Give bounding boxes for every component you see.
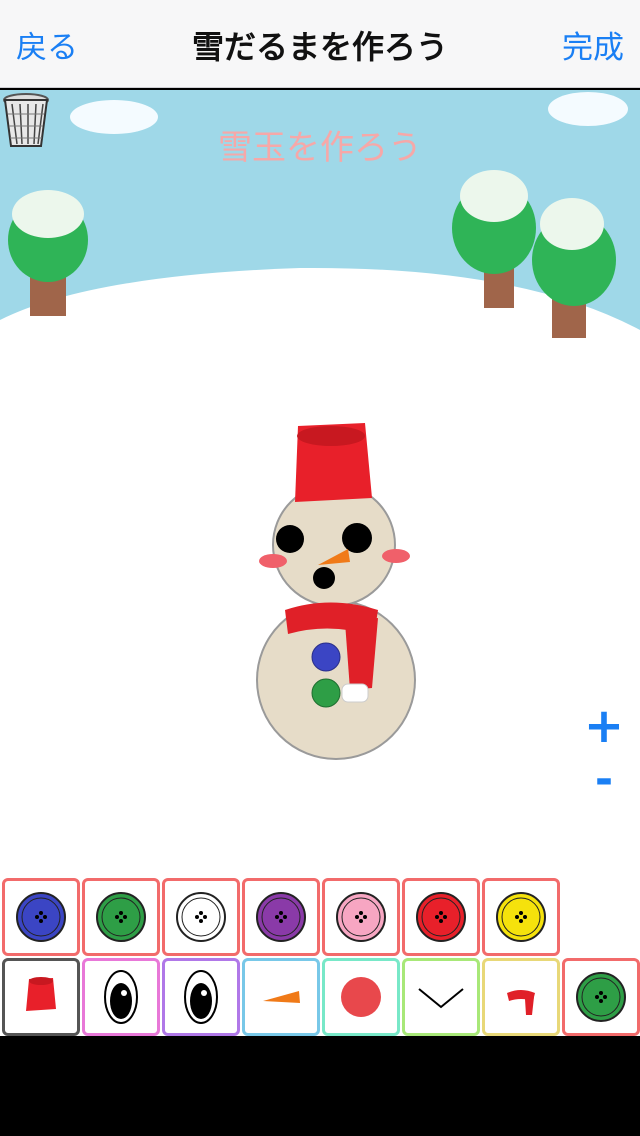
zoom-out-button[interactable]: -: [582, 754, 626, 805]
navigation-bar: 戻る 雪だるまを作ろう 完成: [0, 0, 640, 88]
winter-background: [0, 90, 640, 876]
page-title: 雪だるまを作ろう: [191, 28, 448, 66]
button-category[interactable]: [562, 958, 640, 1036]
palette-blue-button[interactable]: [2, 878, 80, 956]
blue-button-placed[interactable]: [311, 642, 341, 672]
snowman-canvas[interactable]: 雪玉を作ろう + -: [0, 90, 640, 876]
button-icon: [96, 892, 146, 942]
button-icon: [336, 892, 386, 942]
nose-category[interactable]: [242, 958, 320, 1036]
green-button-placed[interactable]: [311, 678, 341, 708]
hat-category[interactable]: [2, 958, 80, 1036]
scarf-icon: [507, 990, 535, 1015]
hat-icon: [26, 977, 56, 1011]
palette-pink-button[interactable]: [322, 878, 400, 956]
trash-icon[interactable]: [0, 90, 52, 150]
done-button[interactable]: 完成: [562, 22, 624, 67]
button-palette: [0, 876, 640, 956]
eye-category-left[interactable]: [82, 958, 160, 1036]
button-icon: [16, 892, 66, 942]
palette-green-button[interactable]: [82, 878, 160, 956]
button-icon: [416, 892, 466, 942]
mouth[interactable]: [313, 567, 335, 589]
palette-red-button[interactable]: [402, 878, 480, 956]
palette-purple-button[interactable]: [242, 878, 320, 956]
parts-tray: [0, 956, 640, 1036]
button-icon: [576, 972, 626, 1022]
cheek-category[interactable]: [322, 958, 400, 1036]
eye-icon: [184, 970, 218, 1024]
palette-white-button[interactable]: [162, 878, 240, 956]
button-icon: [496, 892, 546, 942]
right-eye[interactable]: [342, 523, 372, 553]
scarf-category[interactable]: [482, 958, 560, 1036]
eye-icon: [104, 970, 138, 1024]
left-eye[interactable]: [276, 525, 304, 553]
palette-yellow-button[interactable]: [482, 878, 560, 956]
instruction-text: 雪玉を作ろう: [218, 128, 422, 168]
cheek-icon: [341, 977, 381, 1017]
left-cheek[interactable]: [259, 554, 287, 568]
bottom-bar: [0, 1036, 640, 1136]
button-icon: [176, 892, 226, 942]
button-icon: [256, 892, 306, 942]
mouth-icon: [418, 988, 464, 1009]
eye-category-right[interactable]: [162, 958, 240, 1036]
carrot-nose-icon: [263, 991, 300, 1003]
mouth-category[interactable]: [402, 958, 480, 1036]
right-cheek[interactable]: [382, 549, 410, 563]
zoom-in-button[interactable]: +: [582, 698, 626, 754]
